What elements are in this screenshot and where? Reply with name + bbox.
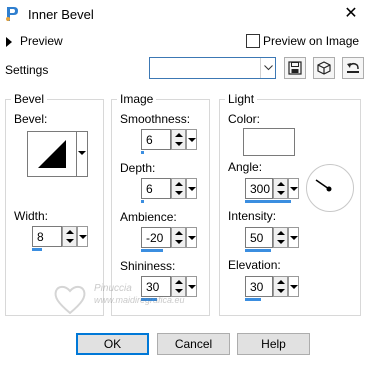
elevation-dropdown[interactable]: [288, 276, 299, 297]
angle-input[interactable]: 300: [245, 178, 273, 199]
ambience-stepper[interactable]: [171, 227, 186, 248]
cube-icon: [317, 61, 331, 75]
image-group-title: Image: [117, 92, 157, 106]
smoothness-input[interactable]: 6: [141, 129, 171, 150]
smoothness-dropdown[interactable]: [186, 129, 197, 150]
elevation-label: Elevation:: [228, 258, 281, 272]
intensity-slider[interactable]: [245, 249, 271, 252]
preset-dropdown-arrow[interactable]: [260, 58, 275, 78]
width-dropdown[interactable]: [77, 226, 88, 247]
width-spinner[interactable]: 8: [32, 226, 89, 251]
settings-label: Settings: [5, 63, 49, 77]
depth-dropdown[interactable]: [186, 178, 197, 199]
bevel-label: Bevel:: [14, 112, 48, 126]
chevron-down-icon: [264, 65, 273, 71]
bevel-shape-dropdown[interactable]: [76, 131, 88, 177]
angle-stepper[interactable]: [273, 178, 288, 199]
intensity-dropdown[interactable]: [288, 227, 299, 248]
smoothness-stepper[interactable]: [171, 129, 186, 150]
angle-dropdown[interactable]: [288, 178, 299, 199]
undo-arrow-icon: [347, 62, 359, 73]
width-input[interactable]: 8: [32, 226, 62, 247]
ok-button[interactable]: OK: [76, 333, 149, 355]
width-slider[interactable]: [32, 248, 42, 251]
angle-slider[interactable]: [245, 200, 291, 203]
depth-input[interactable]: 6: [141, 178, 171, 199]
app-icon: [6, 7, 18, 21]
smoothness-slider[interactable]: [141, 151, 144, 154]
width-stepper[interactable]: [62, 226, 77, 247]
shininess-input[interactable]: 30: [141, 276, 171, 297]
light-group-title: Light: [225, 92, 258, 106]
floppy-disk-icon: [288, 61, 302, 75]
depth-slider[interactable]: [141, 200, 144, 203]
close-button[interactable]: ✕: [336, 0, 366, 28]
intensity-spinner[interactable]: 50: [245, 227, 300, 252]
expand-arrow-icon: [6, 37, 12, 47]
angle-dial[interactable]: [306, 164, 354, 212]
smoothness-spinner[interactable]: 6: [141, 129, 198, 154]
cancel-button[interactable]: Cancel: [157, 333, 230, 355]
watermark-url: www.maidiregrafica.eu: [94, 295, 185, 305]
angle-dial-needle-icon: [315, 179, 332, 192]
save-preset-button[interactable]: [284, 57, 306, 79]
preset-combobox[interactable]: [149, 57, 276, 79]
elevation-input[interactable]: 30: [245, 276, 273, 297]
ambience-spinner[interactable]: -20: [141, 227, 198, 252]
elevation-stepper[interactable]: [273, 276, 288, 297]
depth-spinner[interactable]: 6: [141, 178, 198, 203]
color-label: Color:: [228, 112, 261, 126]
elevation-spinner[interactable]: 30: [245, 276, 300, 301]
shininess-stepper[interactable]: [171, 276, 186, 297]
elevation-slider[interactable]: [245, 298, 261, 301]
ambience-slider[interactable]: [141, 249, 163, 252]
title-bar: Inner Bevel ✕: [0, 0, 366, 28]
angle-label: Angle:: [228, 160, 263, 174]
shininess-spinner[interactable]: 30: [141, 276, 198, 301]
width-label: Width:: [14, 209, 49, 223]
ambience-dropdown[interactable]: [186, 227, 197, 248]
help-button[interactable]: Help: [237, 333, 310, 355]
bevel-shape-preview[interactable]: [27, 131, 77, 177]
heart-logo-icon: [54, 285, 86, 315]
angle-spinner[interactable]: 300: [245, 178, 300, 203]
preview-label: Preview: [20, 34, 63, 48]
light-color-swatch[interactable]: [243, 128, 295, 156]
intensity-input[interactable]: 50: [245, 227, 273, 248]
checkbox-box[interactable]: [246, 34, 260, 48]
chevron-down-icon: [78, 151, 86, 155]
window-title: Inner Bevel: [28, 7, 94, 22]
randomize-button[interactable]: [342, 57, 364, 79]
watermark-author: Pinuccia: [94, 283, 132, 294]
shininess-dropdown[interactable]: [186, 276, 197, 297]
preview-on-image-label: Preview on Image: [263, 34, 360, 48]
intensity-stepper[interactable]: [273, 227, 288, 248]
reset-button[interactable]: [313, 57, 335, 79]
ambience-label: Ambience:: [120, 210, 177, 224]
shininess-label: Shininess:: [120, 259, 176, 273]
depth-stepper[interactable]: [171, 178, 186, 199]
bevel-triangle-icon: [38, 140, 66, 168]
bevel-group-title: Bevel: [11, 92, 48, 106]
depth-label: Depth:: [120, 161, 156, 175]
smoothness-label: Smoothness:: [120, 112, 191, 126]
ambience-input[interactable]: -20: [141, 227, 171, 248]
intensity-label: Intensity:: [228, 209, 277, 223]
